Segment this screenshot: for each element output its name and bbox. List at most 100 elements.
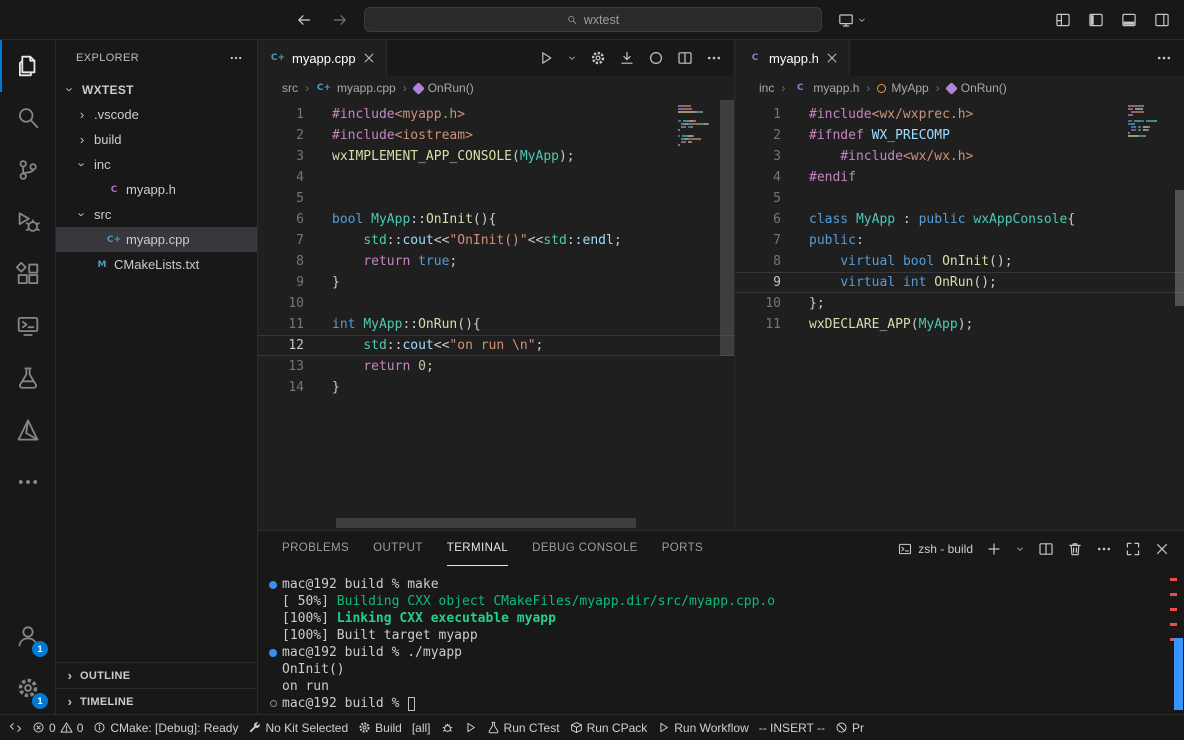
split-terminal-icon[interactable]	[1038, 541, 1054, 557]
terminal-icon	[898, 542, 912, 556]
code-editor[interactable]: 1#include<wx/wxprec.h>2#ifndef WX_PRECOM…	[735, 100, 1184, 530]
activity-cmake-icon[interactable]	[0, 404, 55, 456]
tab-myapp-h[interactable]: Cmyapp.h	[735, 40, 850, 76]
editor-horizontal-scrollbar[interactable]	[336, 518, 636, 528]
editor-scrollbar[interactable]	[720, 100, 734, 356]
status-remote-indicator[interactable]	[4, 715, 27, 740]
status-cmake-kit[interactable]: No Kit Selected	[243, 715, 353, 740]
panel-tab-terminal[interactable]: TERMINAL	[447, 531, 508, 566]
more-h-icon[interactable]	[706, 50, 722, 66]
code-editor[interactable]: 1#include<myapp.h>2#include<iostream>3wx…	[258, 100, 734, 530]
panel-tab-output[interactable]: OUTPUT	[373, 531, 423, 566]
nav-back-icon[interactable]	[296, 12, 312, 28]
toggle-sidebar-icon[interactable]	[1088, 12, 1104, 28]
code-text: std::cout<<"on run \n";	[304, 335, 543, 356]
close-icon[interactable]	[825, 51, 839, 65]
sidebar-header: EXPLORER	[56, 40, 257, 75]
activity-account-icon[interactable]: 1	[0, 610, 55, 662]
nav-forward-icon[interactable]	[332, 12, 348, 28]
play-icon[interactable]	[538, 50, 554, 66]
tree-item-cmakelists-txt[interactable]: MCMakeLists.txt	[56, 252, 257, 277]
code-line: 11wxDECLARE_APP(MyApp);	[735, 314, 1184, 335]
activity-debug-icon[interactable]	[0, 196, 55, 248]
terminal-dropdown-icon[interactable]	[1015, 544, 1025, 554]
breadcrumb-item-myapp-h[interactable]: Cmyapp.h	[792, 81, 859, 95]
command-center-search[interactable]: wxtest	[364, 7, 822, 32]
tree-item-wxtest[interactable]: ›WXTEST	[56, 77, 257, 102]
status-cmake-build[interactable]: Build	[353, 715, 407, 740]
status-prettier[interactable]: Pr	[830, 715, 869, 740]
panel-more-icon[interactable]	[1096, 541, 1112, 557]
chev-down-icon[interactable]	[567, 53, 577, 63]
tree-item-inc[interactable]: ›inc	[56, 152, 257, 177]
breadcrumb-item-onrun[interactable]: OnRun()	[414, 81, 474, 95]
gear-icon[interactable]	[590, 50, 606, 66]
explorer-more-icon[interactable]	[229, 51, 243, 65]
activity-remote-icon[interactable]	[0, 300, 55, 352]
activity-explorer-icon[interactable]	[0, 40, 55, 92]
code-text: #include<myapp.h>	[304, 104, 465, 125]
activity-more-h-icon[interactable]	[0, 456, 55, 508]
line-number: 10	[258, 293, 304, 314]
overview-ruler-mark	[1170, 608, 1177, 611]
tab-myapp-cpp[interactable]: C+myapp.cpp	[258, 40, 387, 76]
tree-item-build[interactable]: ›build	[56, 127, 257, 152]
remote-window-dropdown[interactable]	[838, 12, 867, 28]
breadcrumb-item-src[interactable]: src	[282, 81, 298, 95]
status-vim-mode[interactable]: -- INSERT --	[754, 715, 830, 740]
breadcrumb-item-myapp[interactable]: MyApp	[877, 81, 928, 95]
customize-layout-icon[interactable]	[1055, 12, 1071, 28]
activity-search-icon[interactable]	[0, 92, 55, 144]
activity-scm-icon[interactable]	[0, 144, 55, 196]
close-icon[interactable]	[362, 51, 376, 65]
tree-item-vscode[interactable]: ›.vscode	[56, 102, 257, 127]
status-cmake-status[interactable]: CMake: [Debug]: Ready	[88, 715, 243, 740]
breadcrumb-item-myapp-cpp[interactable]: C+myapp.cpp	[316, 81, 396, 95]
close-panel-icon[interactable]	[1154, 541, 1170, 557]
status-problems[interactable]: 00	[27, 715, 88, 740]
tree-item-src[interactable]: ›src	[56, 202, 257, 227]
tree-item-myapp-h[interactable]: Cmyapp.h	[56, 177, 257, 202]
status-run-cpack[interactable]: Run CPack	[565, 715, 653, 740]
status-cmake-target[interactable]: [all]	[407, 715, 436, 740]
activity-extensions-icon[interactable]	[0, 248, 55, 300]
breadcrumb-item-onrun[interactable]: OnRun()	[947, 81, 1007, 95]
breadcrumb-separator: ›	[305, 81, 309, 95]
panel-tab-ports[interactable]: PORTS	[662, 531, 703, 566]
toggle-secondary-sidebar-icon[interactable]	[1154, 12, 1170, 28]
status-cmake-debug[interactable]	[436, 715, 459, 740]
terminal[interactable]: mac@192 build % make[ 50%] Building CXX …	[258, 566, 1184, 714]
terminal-scrollbar[interactable]	[1174, 638, 1183, 710]
circle-icon[interactable]	[648, 50, 664, 66]
panel-tab-debug-console[interactable]: DEBUG CONSOLE	[532, 531, 638, 566]
download-icon[interactable]	[619, 50, 635, 66]
file-type-icon: C+	[316, 83, 332, 93]
more-h-icon[interactable]	[1156, 50, 1172, 66]
file-icon: M	[94, 260, 110, 270]
tree-item-myapp-cpp[interactable]: C+myapp.cpp	[56, 227, 257, 252]
maximize-panel-icon[interactable]	[1125, 541, 1141, 557]
sidebar-section-outline[interactable]: ›OUTLINE	[56, 662, 257, 688]
search-text: wxtest	[584, 13, 619, 27]
activity-testing-icon[interactable]	[0, 352, 55, 404]
code-line: 14}	[258, 377, 734, 398]
status-cmake-launch[interactable]	[459, 715, 482, 740]
code-line: 3 #include<wx/wx.h>	[735, 146, 1184, 167]
breadcrumb-item-inc[interactable]: inc	[759, 81, 774, 95]
split-icon[interactable]	[677, 50, 693, 66]
panel-tab-problems[interactable]: PROBLEMS	[282, 531, 349, 566]
new-terminal-icon[interactable]	[986, 541, 1002, 557]
kill-terminal-icon[interactable]	[1067, 541, 1083, 557]
panel: PROBLEMS OUTPUT TERMINAL DEBUG CONSOLE PORTS…	[258, 530, 1184, 714]
slash-icon	[835, 721, 848, 734]
gear-icon	[358, 721, 371, 734]
file-icon: C	[106, 185, 122, 195]
status-run-ctest[interactable]: Run CTest	[482, 715, 565, 740]
activity-gear-icon[interactable]: 1	[0, 662, 55, 714]
warning-icon	[60, 721, 73, 734]
editor-scrollbar[interactable]	[1175, 190, 1184, 306]
status-run-workflow[interactable]: Run Workflow	[652, 715, 753, 740]
terminal-selector[interactable]: zsh - build	[898, 542, 973, 556]
sidebar-section-timeline[interactable]: ›TIMELINE	[56, 688, 257, 714]
toggle-panel-icon[interactable]	[1121, 12, 1137, 28]
